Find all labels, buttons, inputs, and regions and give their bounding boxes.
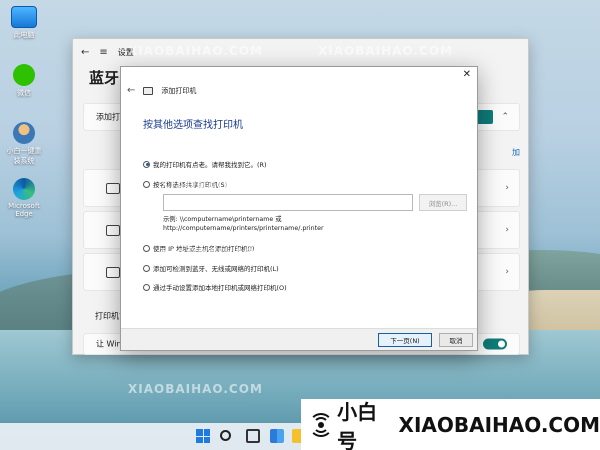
add-device-button[interactable]	[477, 110, 493, 124]
option-label: 添加可检测到蓝牙、无线或网络的打印机(L)	[153, 265, 279, 273]
edge-icon	[13, 178, 35, 200]
widgets-icon[interactable]	[270, 429, 284, 443]
chevron-right-icon: ›	[505, 225, 509, 235]
radio[interactable]	[143, 264, 150, 272]
wechat-icon	[13, 64, 35, 86]
page-title: 蓝牙	[89, 69, 120, 87]
desktop-icon-label: 微信	[17, 89, 31, 97]
search-icon[interactable]	[220, 430, 231, 441]
option-old-printer[interactable]: 我的打印机有点老。请帮我找到它。(R)	[143, 159, 267, 169]
chevron-right-icon: ›	[505, 267, 509, 277]
printer-icon	[106, 225, 120, 236]
printer-icon	[143, 86, 154, 95]
settings-titlebar: ← ≡ 设置	[73, 39, 528, 65]
brand-name-en: XIAOBAIHAO.COM	[398, 412, 600, 437]
manage-default-toggle[interactable]	[483, 338, 507, 350]
task-view-icon[interactable]	[246, 429, 260, 443]
option-label: 我的打印机有点老。请帮我找到它。(R)	[153, 161, 267, 169]
desktop-icon-label: 此电脑	[13, 31, 35, 39]
chevron-up-icon[interactable]: ⌃	[501, 112, 509, 122]
dialog-title-row: ← 添加打印机	[127, 85, 196, 96]
printer-icon	[106, 267, 120, 278]
windows-manage-label: 让 Win	[96, 339, 122, 349]
radio[interactable]	[143, 283, 150, 291]
shared-printer-input[interactable]	[163, 194, 413, 211]
option-label: 使用 IP 地址或主机名添加打印机(I)	[153, 245, 255, 253]
brand-name-cn: 小白号	[337, 399, 378, 450]
radio[interactable]	[143, 244, 150, 252]
desktop-icon-edge[interactable]: Microsoft Edge	[4, 178, 44, 218]
add-printer-row-label: 添加打	[96, 112, 120, 122]
option-label: 通过手动设置添加本地打印机或网络打印机(O)	[153, 284, 287, 292]
add-device-link[interactable]: 加	[512, 147, 520, 158]
desktop-icon-label: 小白一键重装系统	[6, 147, 42, 165]
option-ip-address[interactable]: 使用 IP 地址或主机名添加打印机(I)	[143, 243, 254, 253]
example-line-1: 示例: \\computername\printername 或	[163, 216, 282, 223]
cancel-button[interactable]: 取消	[439, 333, 473, 347]
next-button[interactable]: 下一页(N)	[378, 333, 432, 347]
menu-icon[interactable]: ≡	[99, 47, 107, 58]
brand-banner: 小白号 XIAOBAIHAO.COM	[301, 399, 600, 450]
dialog-heading: 按其他选项查找打印机	[143, 120, 243, 131]
settings-title: 设置	[117, 47, 134, 57]
back-arrow-icon[interactable]: ←	[127, 85, 135, 96]
desktop-icon-this-pc[interactable]: 此电脑	[4, 6, 44, 40]
browse-button[interactable]: 浏览(R)...	[419, 194, 467, 211]
example-text: 示例: \\computername\printername 或 http://…	[163, 215, 393, 233]
radio-selected[interactable]	[143, 160, 150, 168]
dialog-footer: 下一页(N) 取消	[121, 328, 477, 350]
example-line-2: http://computername/printers/printername…	[163, 225, 324, 232]
printer-icon	[106, 183, 120, 194]
add-printer-dialog: ✕ ← 添加打印机 按其他选项查找打印机 我的打印机有点老。请帮我找到它。(R)…	[120, 66, 478, 351]
desktop-icon-label: Microsoft Edge	[8, 202, 40, 218]
desktop-icon-wechat[interactable]: 微信	[4, 64, 44, 98]
desktop-icon-xiaobai[interactable]: 小白一键重装系统	[4, 122, 44, 166]
dialog-title: 添加打印机	[161, 86, 197, 95]
start-icon[interactable]	[196, 429, 210, 443]
option-bluetooth-wireless[interactable]: 添加可检测到蓝牙、无线或网络的打印机(L)	[143, 263, 279, 273]
option-manual-settings[interactable]: 通过手动设置添加本地打印机或网络打印机(O)	[143, 282, 287, 292]
option-shared-printer[interactable]: 按名称选择共享打印机(S)	[143, 179, 227, 189]
user-icon	[13, 122, 35, 144]
signal-logo-icon	[309, 412, 333, 437]
back-arrow-icon[interactable]: ←	[81, 47, 89, 58]
computer-icon	[11, 6, 37, 28]
option-label: 按名称选择共享打印机(S)	[153, 181, 228, 189]
radio[interactable]	[143, 180, 150, 188]
close-icon[interactable]: ✕	[463, 69, 471, 80]
chevron-right-icon: ›	[505, 183, 509, 193]
